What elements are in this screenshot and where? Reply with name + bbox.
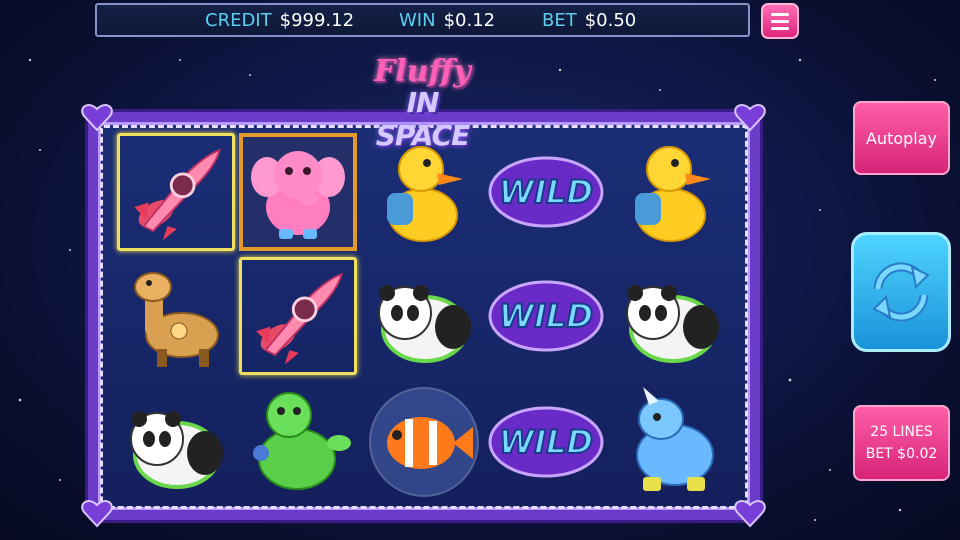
wild-label: WILD [499,173,593,211]
win-display: WIN $0.12 [399,10,495,31]
duck-icon [635,146,711,242]
bet-value: $0.50 [584,9,637,31]
reel-cell-rocket [239,257,357,375]
wild-label: WILD [499,423,593,461]
rocket-icon [256,272,344,365]
menu-button[interactable] [761,3,799,39]
lines-bet-button[interactable]: 25 LINES BET $0.02 [853,405,950,481]
turtle-icon [253,392,351,490]
panda-icon [130,411,223,489]
reel-cell-turtle [239,383,357,501]
wild-label: WILD [499,297,593,335]
panda-icon [378,285,471,363]
hamburger-line [771,19,789,23]
heart-corner-icon [81,500,113,528]
heart-corner-icon [734,104,766,132]
reel-cell-wild: WILD [487,383,605,501]
bet-label: BET [542,9,577,31]
panda-icon [626,285,719,363]
heart-corner-icon [81,104,113,132]
rocket-icon [134,148,222,241]
credit-label: CREDIT [205,9,272,31]
credit-display: CREDIT $999.12 [205,10,354,31]
reel-cell-rocket [117,133,235,251]
reel-cell-wild: WILD [487,257,605,375]
status-bar: CREDIT $999.12 WIN $0.12 BET $0.50 [95,3,750,37]
clownfish-icon [369,387,479,497]
heart-corner-icon [734,500,766,528]
logo-title: Fluffy [374,54,471,89]
bet-display: BET $0.50 [542,10,636,31]
reel-cell-duck [365,133,483,251]
win-label: WIN [399,9,436,31]
reel-cell-panda [365,257,483,375]
bet-per-line-label: BET $0.02 [865,446,938,462]
reel-cell-giraffe [117,257,235,375]
wild-icon: WILD [488,406,604,478]
rhino-icon [636,387,714,491]
hamburger-line [771,26,789,30]
win-value: $0.12 [443,9,496,31]
reel-cell-wild: WILD [487,133,605,251]
reel-cell-duck [613,133,731,251]
reel-cell-panda [613,257,731,375]
refresh-icon [872,262,930,322]
reel-cell-rhino [613,383,731,501]
duck-icon [387,146,463,242]
elephant-icon [251,151,345,239]
lines-label: 25 LINES [870,424,933,440]
giraffe-icon [134,272,219,367]
spin-button[interactable] [851,232,951,352]
autoplay-button[interactable]: Autoplay [853,101,950,175]
wild-icon: WILD [488,156,604,228]
hamburger-menu-icon [771,12,789,16]
wild-icon: WILD [488,280,604,352]
reel-cell-panda [117,383,235,501]
reel-cell-elephant [239,133,357,251]
reel-cell-clownfish [365,383,483,501]
game-logo: Fluffy IN SPACE [352,52,487,152]
credit-value: $999.12 [279,9,355,31]
